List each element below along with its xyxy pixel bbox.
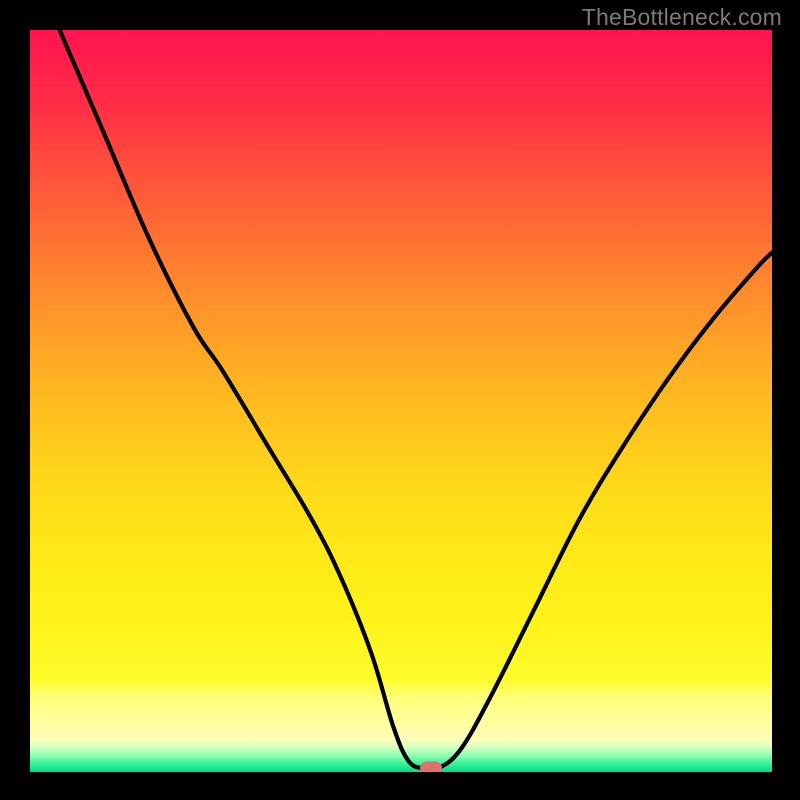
watermark-text: TheBottleneck.com	[582, 4, 782, 31]
chart-frame: TheBottleneck.com	[0, 0, 800, 800]
bottleneck-curve	[30, 30, 772, 772]
plot-area	[30, 30, 772, 772]
optimum-marker	[420, 762, 442, 772]
curve-path	[60, 30, 772, 770]
